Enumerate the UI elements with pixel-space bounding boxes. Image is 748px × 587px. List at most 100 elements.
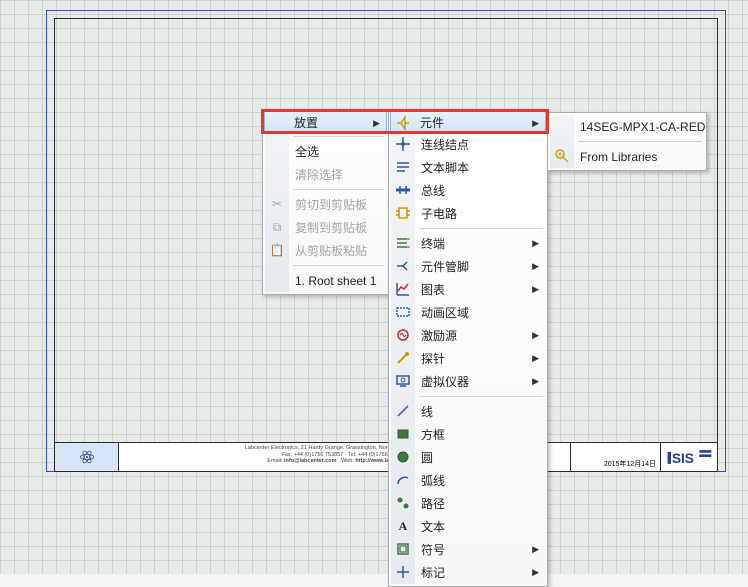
title-block: Labcenter Electronics, 21 Hardy Grange, … (54, 442, 718, 472)
subcircuit-icon (395, 205, 411, 221)
addr2: Grassington, (346, 445, 377, 451)
rect-icon (395, 426, 411, 442)
rect-label: 方框 (421, 426, 445, 443)
graph-icon (395, 281, 411, 297)
source-icon (395, 327, 411, 343)
menu-item-clear-selection: 清除选择 (265, 163, 386, 186)
subcircuit-label: 子电路 (421, 205, 457, 222)
menu-item-select-all[interactable]: 全选 (265, 140, 386, 163)
menu-item-circle[interactable]: 圆 (391, 446, 545, 469)
circle-icon (395, 449, 411, 465)
path-icon (395, 495, 411, 511)
menu-item-from-libraries[interactable]: From Libraries (550, 145, 704, 168)
menu-separator (293, 189, 384, 190)
menu-item-source[interactable]: 激励源 ▶ (391, 324, 545, 347)
menu-item-symbol[interactable]: 符号 ▶ (391, 538, 545, 561)
text-script-icon (395, 159, 411, 175)
menu-separator (419, 228, 543, 229)
menu-item-path[interactable]: 路径 (391, 492, 545, 515)
company: Labcenter Electronics, (245, 445, 299, 451)
terminal-label: 终端 (421, 235, 445, 252)
source-label: 激励源 (421, 327, 457, 344)
text-icon: A (395, 518, 411, 534)
graph-label: 图表 (421, 281, 445, 298)
submenu-arrow-icon: ▶ (532, 376, 539, 387)
circle-label: 圆 (421, 449, 433, 466)
menu-item-rect[interactable]: 方框 (391, 423, 545, 446)
component-label: 元件 (420, 114, 444, 131)
menu-item-paste: 📋 从剪贴板粘贴 (265, 239, 386, 262)
cut-label: 剪切到剪贴板 (295, 196, 367, 213)
menu-item-terminal[interactable]: 终端 ▶ (391, 232, 545, 255)
probe-label: 探针 (421, 350, 445, 367)
menu-separator (293, 136, 384, 137)
menu-item-bus[interactable]: 总线 (391, 179, 545, 202)
path-label: 路径 (421, 495, 445, 512)
menu-item-text-script[interactable]: 文本脚本 (391, 156, 545, 179)
magnifier-icon (554, 148, 570, 164)
pin-icon (395, 258, 411, 274)
text-label: 文本 (421, 518, 445, 535)
menu-item-graph[interactable]: 图表 ▶ (391, 278, 545, 301)
submenu-arrow-icon: ▶ (532, 330, 539, 341)
menu-item-marker[interactable]: 标记 ▶ (391, 561, 545, 584)
isis-logo-cell: SIS (661, 443, 717, 471)
anim-region-label: 动画区域 (421, 304, 469, 321)
menu-item-junction[interactable]: 连线结点 (391, 133, 545, 156)
scissors-icon: ✂ (269, 196, 285, 212)
addr1: 21 Hardy Grange, (301, 445, 345, 451)
place-label: 放置 (294, 114, 318, 131)
menu-item-component[interactable]: 元件 ▶ (390, 111, 546, 134)
context-menu: 放置 ▶ 全选 清除选择 ✂ 剪切到剪贴板 ⧉ 复制到剪贴板 📋 从剪贴板粘贴 … (262, 109, 389, 295)
from-libraries-label: From Libraries (580, 150, 657, 164)
submenu-arrow-icon: ▶ (373, 118, 380, 129)
marker-icon (395, 564, 411, 580)
vi-label: 虚拟仪器 (421, 373, 469, 390)
menu-item-recent-component[interactable]: 14SEG-MPX1-CA-RED (550, 115, 704, 138)
junction-label: 连线结点 (421, 136, 469, 153)
menu-item-anim-region[interactable]: 动画区域 (391, 301, 545, 324)
atom-logo-cell (55, 443, 119, 471)
menu-item-virtual-instrument[interactable]: 虚拟仪器 ▶ (391, 370, 545, 393)
title-block-date-cell: 2015年12月14日 (571, 443, 661, 471)
menu-item-arc[interactable]: 弧线 (391, 469, 545, 492)
menu-separator (419, 396, 543, 397)
line-label: 线 (421, 403, 433, 420)
arc-icon (395, 472, 411, 488)
menu-item-pin[interactable]: 元件管脚 ▶ (391, 255, 545, 278)
submenu-arrow-icon: ▶ (532, 118, 539, 129)
menu-item-root-sheet[interactable]: 1. Root sheet 1 (265, 269, 386, 292)
symbol-label: 符号 (421, 541, 445, 558)
select-all-label: 全选 (295, 143, 319, 160)
date-text: 2015年12月14日 (604, 459, 656, 469)
submenu-arrow-icon: ▶ (532, 284, 539, 295)
menu-item-line[interactable]: 线 (391, 400, 545, 423)
submenu-arrow-icon: ▶ (532, 353, 539, 364)
junction-icon (395, 136, 411, 152)
email: info@labcenter.com (284, 458, 336, 464)
menu-separator (578, 141, 702, 142)
component-icon (395, 115, 411, 131)
probe-icon (395, 350, 411, 366)
paste-label: 从剪贴板粘贴 (295, 242, 367, 259)
menu-item-cut: ✂ 剪切到剪贴板 (265, 193, 386, 216)
atom-icon (79, 449, 95, 465)
web-label: Web: (341, 458, 354, 464)
menu-separator (293, 265, 384, 266)
line-icon (395, 403, 411, 419)
paste-icon: 📋 (269, 242, 285, 258)
menu-item-text[interactable]: A 文本 (391, 515, 545, 538)
menu-item-place[interactable]: 放置 ▶ (264, 111, 387, 134)
instrument-icon (395, 373, 411, 389)
recent-component-label: 14SEG-MPX1-CA-RED (580, 120, 705, 134)
copy-label: 复制到剪贴板 (295, 219, 367, 236)
menu-item-subcircuit[interactable]: 子电路 (391, 202, 545, 225)
bus-label: 总线 (421, 182, 445, 199)
marker-label: 标记 (421, 564, 445, 581)
submenu-arrow-icon: ▶ (532, 567, 539, 578)
pin-label: 元件管脚 (421, 258, 469, 275)
place-submenu: 元件 ▶ 连线结点 文本脚本 总线 子电路 终端 ▶ 元件管脚 ▶ 图表 ▶ 动… (388, 109, 548, 587)
menu-item-probe[interactable]: 探针 ▶ (391, 347, 545, 370)
bus-icon (395, 182, 411, 198)
email-label: Email: (267, 458, 282, 464)
